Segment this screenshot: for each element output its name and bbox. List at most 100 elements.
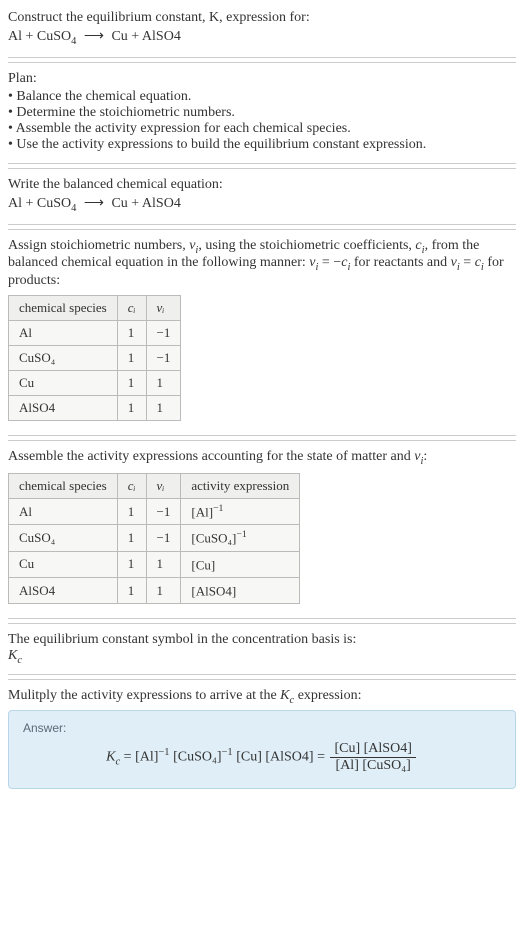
arrow-icon: ⟶ [84,195,104,212]
cell-activity: [CuSO₄]−1 [181,525,300,551]
base: [AlSO4] [191,583,236,598]
cell-activity: [Cu] [181,551,300,577]
table-row: Cu 1 1 [Cu] [9,551,300,577]
table-header-row: chemical species cᵢ νᵢ activity expressi… [9,473,300,498]
arrow-icon: ⟶ [84,28,104,45]
prompt: Construct the equilibrium constant, K, e… [8,10,310,25]
stoich-table: chemical species cᵢ νᵢ Al 1 −1 CuSO₄ 1 −… [8,295,181,421]
text: Assemble the activity expressions accoun… [8,449,414,464]
text: = [460,255,475,270]
plan-title: Plan: [8,71,516,87]
text: = − [318,255,341,270]
numerator: [Cu] [AlSO4] [330,741,415,758]
kc-symbol: Kc [8,648,516,666]
term: [Al] [135,750,158,765]
base: [CuSO₄] [191,531,236,546]
col-species: chemical species [9,296,118,321]
cell-vi: 1 [146,551,181,577]
cell-vi: 1 [146,371,181,396]
cell-ci: 1 [117,498,146,524]
beq-lhs: Al + CuSO [8,196,71,211]
table-row: CuSO₄ 1 −1 [9,346,181,371]
cell-ci: 1 [117,551,146,577]
table-row: AlSO4 1 1 [AlSO4] [9,577,300,603]
activity-table: chemical species cᵢ νᵢ activity expressi… [8,473,300,604]
cell-species: Cu [9,551,118,577]
text: : [423,449,427,464]
exp: −1 [213,503,223,514]
col-ci: cᵢ [117,473,146,498]
cell-species: Cu [9,371,118,396]
text: Assign stoichiometric numbers, [8,238,189,253]
cell-ci: 1 [117,577,146,603]
table-row: Al 1 −1 [9,321,181,346]
cell-species: CuSO₄ [9,525,118,551]
stoich-intro: Assign stoichiometric numbers, νi, using… [8,238,516,290]
balanced-equation: Al + CuSO4 ⟶ Cu + AlSO4 [8,195,516,214]
cell-species: Al [9,498,118,524]
eq-rhs: Cu + AlSO4 [111,29,180,44]
kc: K [8,648,17,663]
cell-vi: −1 [146,498,181,524]
beq-rhs: Cu + AlSO4 [111,196,180,211]
table-row: AlSO4 1 1 [9,396,181,421]
col-species: chemical species [9,473,118,498]
kc-symbol-section: The equilibrium constant symbol in the c… [8,623,516,675]
cell-species: AlSO4 [9,577,118,603]
col-vi: νᵢ [146,473,181,498]
table-row: Al 1 −1 [Al]−1 [9,498,300,524]
kc: K [280,688,289,703]
answer-label: Answer: [23,721,501,735]
kc-expression: Kc = [Al]−1 [CuSO₄]−1 [Cu] [AlSO4] = [Cu… [23,741,501,774]
table-row: Cu 1 1 [9,371,181,396]
multiply-section: Mulitply the activity expressions to arr… [8,679,516,797]
cell-ci: 1 [117,525,146,551]
col-vi: νᵢ [146,296,181,321]
answer-box: Answer: Kc = [Al]−1 [CuSO₄]−1 [Cu] [AlSO… [8,710,516,789]
activity-section: Assemble the activity expressions accoun… [8,440,516,619]
denominator: [Al] [CuSO₄] [330,758,415,774]
plan-section: Plan: • Balance the chemical equation. •… [8,62,516,164]
plan-item: • Balance the chemical equation. [8,89,516,105]
cell-activity: [Al]−1 [181,498,300,524]
unbalanced-equation: Al + CuSO4 ⟶ Cu + AlSO4 [8,28,516,47]
plan-list: • Balance the chemical equation. • Deter… [8,89,516,153]
balanced-section: Write the balanced chemical equation: Al… [8,168,516,225]
exp: −1 [236,529,246,540]
cell-ci: 1 [117,321,146,346]
multiply-line: Mulitply the activity expressions to arr… [8,688,516,706]
plan-item: • Use the activity expressions to build … [8,137,516,153]
cell-vi: −1 [146,525,181,551]
stoich-section: Assign stoichiometric numbers, νi, using… [8,229,516,437]
cell-vi: 1 [146,396,181,421]
fraction: [Cu] [AlSO4][Al] [CuSO₄] [330,741,415,774]
term: [Cu] [AlSO4] = [233,750,329,765]
cell-activity: [AlSO4] [181,577,300,603]
kc-sub: c [17,655,22,666]
cell-ci: 1 [117,346,146,371]
term: [CuSO₄] [170,750,222,765]
cell-vi: −1 [146,321,181,346]
col-ci: cᵢ [117,296,146,321]
cell-species: Al [9,321,118,346]
base: [Al] [191,504,213,519]
table-header-row: chemical species cᵢ νᵢ [9,296,181,321]
cell-species: AlSO4 [9,396,118,421]
cell-ci: 1 [117,396,146,421]
kc-symbol-line: The equilibrium constant symbol in the c… [8,632,516,648]
cell-ci: 1 [117,371,146,396]
cell-vi: 1 [146,577,181,603]
cell-species: CuSO₄ [9,346,118,371]
table-row: CuSO₄ 1 −1 [CuSO₄]−1 [9,525,300,551]
exp: −1 [158,747,169,758]
text: Mulitply the activity expressions to arr… [8,688,280,703]
activity-title: Assemble the activity expressions accoun… [8,449,516,467]
beq-sub: 4 [71,203,76,214]
eq-sub: 4 [71,36,76,47]
text: expression: [294,688,361,703]
prompt-text: Construct the equilibrium constant, K, e… [8,10,516,26]
cell-vi: −1 [146,346,181,371]
col-activity: activity expression [181,473,300,498]
header-section: Construct the equilibrium constant, K, e… [8,10,516,58]
exp: −1 [222,747,233,758]
